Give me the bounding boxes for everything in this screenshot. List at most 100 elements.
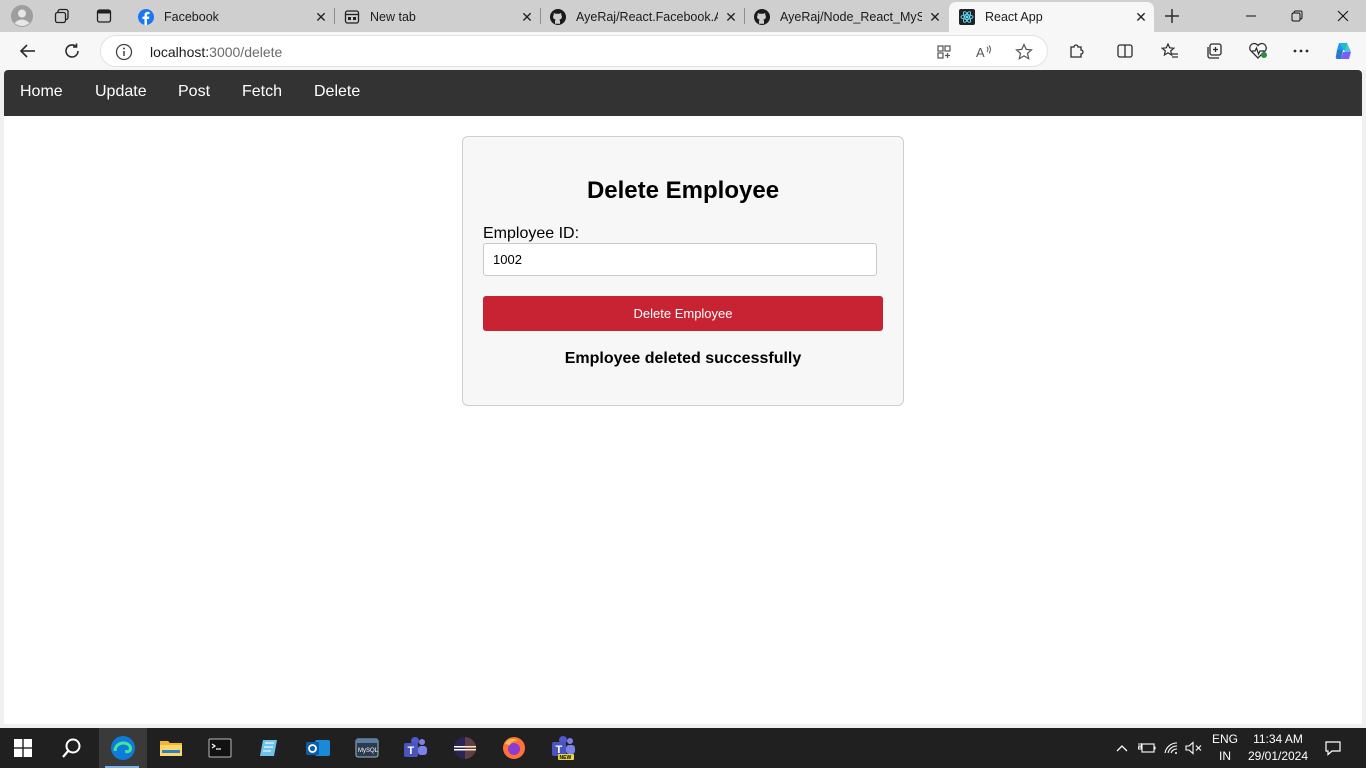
close-tab-icon[interactable]: ✕ [1128,4,1154,30]
copilot-button[interactable] [1328,36,1360,66]
url-host: localhost: [150,44,210,60]
taskbar-app-teams[interactable]: T [393,728,439,768]
favorites-button[interactable] [1154,36,1186,66]
address-bar[interactable]: localhost:3000/delete A [100,35,1048,67]
delete-employee-card: Delete Employee Employee ID: 1002 Delete… [462,136,904,406]
close-tab-icon[interactable]: ✕ [514,4,540,30]
delete-employee-button[interactable]: Delete Employee [483,296,883,331]
taskbar-app-teams-new[interactable]: T NEW [541,728,587,768]
minimize-icon [1246,15,1256,17]
workspaces-icon [54,8,69,24]
windows-logo-icon [14,739,32,757]
language-code: ENG [1211,732,1238,746]
tab-react-app[interactable]: React App ✕ [949,2,1154,32]
teams-icon: T [404,737,427,757]
taskbar-app-mysql-workbench[interactable]: MySQL [344,728,390,768]
volume-status[interactable] [1183,738,1205,758]
notification-bell-icon [1325,741,1341,756]
site-info-icon[interactable] [115,43,133,61]
back-button[interactable] [12,36,44,66]
heart-pulse-icon [1249,42,1267,59]
favorite-star-icon[interactable] [1013,42,1035,62]
split-screen-icon [1117,44,1133,58]
new-tab-icon [344,9,360,25]
tab-new-tab[interactable]: New tab ✕ [334,2,540,32]
extensions-button[interactable] [1061,36,1093,66]
favorites-list-icon [1161,42,1178,58]
show-hidden-icons-button[interactable] [1113,738,1131,758]
network-status[interactable] [1161,738,1183,758]
firefox-icon [503,737,525,759]
close-tab-icon[interactable]: ✕ [308,4,334,30]
refresh-button[interactable] [56,36,88,66]
more-dots-icon [1293,49,1309,53]
taskbar-app-terminal[interactable] [197,728,243,768]
input-language-indicator[interactable]: ENG IN [1206,731,1244,765]
search-icon [62,738,81,758]
profile-icon [11,5,33,27]
employee-id-input[interactable]: 1002 [483,243,877,276]
taskbar-app-eclipse[interactable] [442,728,488,768]
region-code: IN [1219,749,1231,763]
url-text[interactable]: localhost:3000/delete [150,44,282,60]
nav-link-update[interactable]: Update [95,83,147,101]
terminal-icon [208,738,232,758]
restore-button[interactable] [1274,0,1320,32]
clock-date: 29/01/2024 [1247,749,1309,763]
browser-toolbar: localhost:3000/delete A [0,32,1366,70]
nav-link-fetch[interactable]: Fetch [242,83,282,101]
settings-more-button[interactable] [1285,36,1317,66]
close-tab-icon[interactable]: ✕ [922,4,948,30]
svg-text:A: A [976,45,985,60]
svg-text:MySQL: MySQL [358,748,379,754]
taskbar-app-file-explorer[interactable] [148,728,194,768]
tab-actions-button[interactable] [87,3,121,29]
split-screen-button[interactable] [1109,36,1141,66]
app-available-icon[interactable] [933,42,955,62]
nav-link-post[interactable]: Post [178,83,210,101]
employee-id-label: Employee ID: [483,225,580,242]
refresh-icon [65,43,79,58]
close-tab-icon[interactable]: ✕ [718,4,744,30]
tab-github-react-facebook[interactable]: AyeRaj/React.Facebook.Ap ✕ [540,2,744,32]
close-icon [1337,10,1349,22]
notepad-icon [260,740,277,756]
copilot-icon [1335,43,1351,59]
svg-text:NEW: NEW [560,755,572,761]
browser-essentials-button[interactable] [1242,36,1274,66]
teams-new-icon: TNEW [552,736,575,761]
battery-status[interactable] [1136,738,1158,758]
read-aloud-icon[interactable]: A [973,42,995,62]
tab-title: New tab [370,10,416,24]
tab-github-node-react[interactable]: AyeRaj/Node_React_MySQ ✕ [744,2,948,32]
folder-icon [160,741,182,756]
nav-link-delete[interactable]: Delete [314,83,360,101]
new-tab-button[interactable] [1155,3,1189,29]
clock[interactable]: 11:34 AM 29/01/2024 [1244,731,1312,765]
tab-facebook[interactable]: Facebook ✕ [128,2,334,32]
tab-title: AyeRaj/Node_React_MySQ [780,10,922,24]
battery-plug-icon [1138,743,1156,753]
clock-time: 11:34 AM [1253,732,1303,746]
windows-taskbar: MySQL T T NEW ENG IN 11:34 AM 29/01/2024 [0,728,1366,768]
status-message: Employee deleted successfully [564,350,802,367]
minimize-button[interactable] [1228,0,1274,32]
form-title: Delete Employee [586,177,780,204]
taskbar-app-firefox[interactable] [491,728,537,768]
taskbar-app-outlook[interactable] [295,728,341,768]
search-button[interactable] [49,728,95,768]
chevron-up-icon [1116,745,1128,752]
workspaces-button[interactable] [45,3,79,29]
profile-button[interactable] [5,3,39,29]
nav-link-home[interactable]: Home [20,83,63,101]
taskbar-app-notepad[interactable] [246,728,292,768]
close-window-button[interactable] [1320,0,1366,32]
taskbar-app-edge[interactable] [99,728,147,768]
github-icon [754,9,770,25]
collections-icon [1207,43,1222,59]
start-button[interactable] [0,728,46,768]
collections-button[interactable] [1198,36,1230,66]
eclipse-icon [454,737,476,759]
outlook-icon [306,740,330,756]
notifications-button[interactable] [1322,738,1344,758]
